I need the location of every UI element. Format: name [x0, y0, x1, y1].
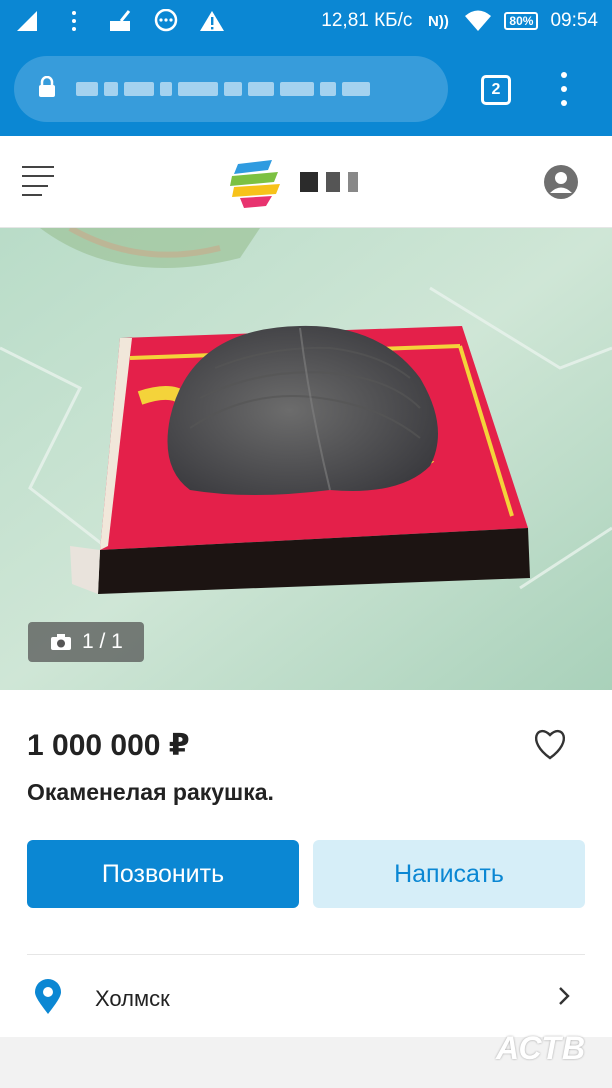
tab-switcher-button[interactable]: 2 [481, 75, 511, 105]
write-button[interactable]: Написать [313, 840, 585, 908]
camera-icon [51, 634, 71, 650]
address-bar[interactable] [14, 56, 448, 122]
site-header [0, 136, 612, 228]
battery-indicator: 80% [504, 12, 539, 30]
message-icon [152, 8, 180, 34]
site-logo[interactable] [228, 156, 284, 212]
warning-icon [198, 8, 226, 34]
listing-price: 1 000 000 ₽ [27, 729, 190, 762]
hamburger-menu-icon[interactable] [22, 166, 54, 196]
location-pin-icon [35, 979, 61, 1014]
network-speed: 12,81 КБ/с [321, 10, 413, 31]
browser-menu-icon[interactable] [556, 72, 572, 106]
signal-icon [14, 8, 42, 34]
chevron-right-icon [559, 987, 570, 1005]
profile-icon[interactable] [543, 164, 579, 200]
more-vert-small-icon [60, 8, 88, 34]
photo-counter-text: 1 / 1 [82, 630, 123, 653]
nfc-icon: N)) [428, 12, 449, 30]
status-bar: 12,81 КБ/с N)) 80% 09:54 [0, 0, 612, 42]
blurred-url [76, 82, 370, 96]
watermark-logo: АСТВ [496, 1030, 587, 1066]
clock: 09:54 [550, 10, 598, 31]
listing-title: Окаменелая ракушка. [27, 779, 274, 805]
lock-icon [38, 75, 56, 103]
call-button[interactable]: Позвонить [27, 840, 299, 908]
location-city: Холмск [95, 986, 170, 1011]
site-name-blurred [300, 172, 358, 192]
browser-toolbar: 2 [0, 42, 612, 136]
wifi-icon [464, 8, 492, 34]
heart-icon[interactable] [532, 727, 568, 761]
photo-counter: 1 / 1 [28, 622, 144, 662]
location-row[interactable]: Холмск [0, 955, 612, 1037]
cleaner-icon [106, 8, 134, 34]
photo-image: ие [0, 228, 612, 690]
listing-photo[interactable]: ие 1 / 1 [0, 228, 612, 690]
